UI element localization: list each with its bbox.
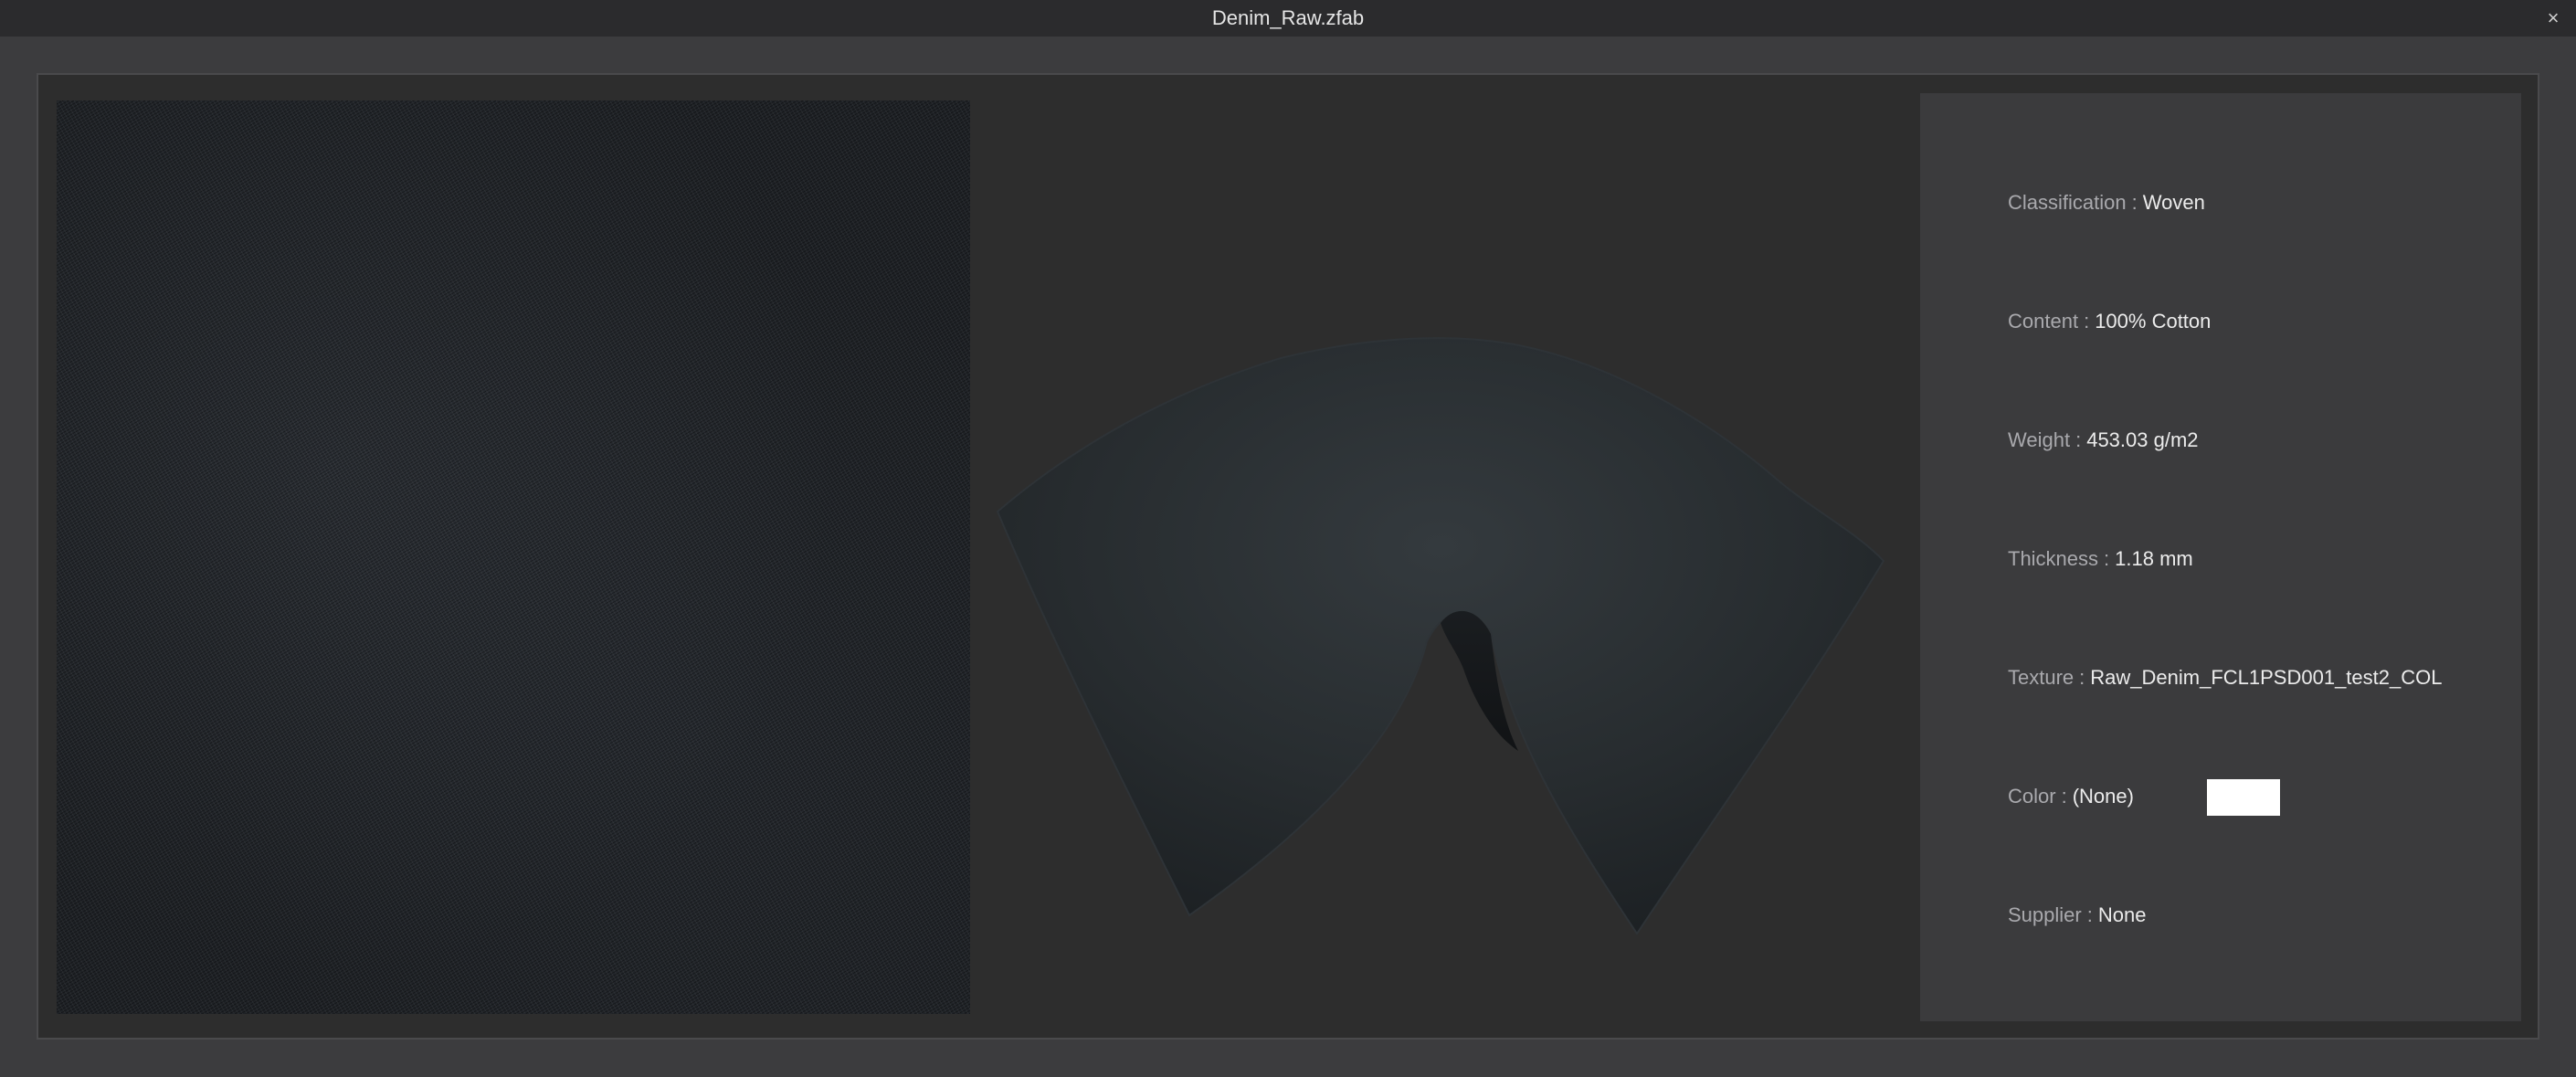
property-value: Woven <box>2142 191 2205 214</box>
property-weight: Weight:453.03 g/m2 <box>2008 422 2199 459</box>
property-classification: Classification: Woven <box>2008 185 2205 221</box>
property-separator: : <box>2086 903 2093 926</box>
property-content: Content:100% Cotton <box>2008 303 2211 340</box>
fabric-properties-panel: Classification: Woven Content:100% Cotton… <box>1920 93 2521 1021</box>
property-separator: : <box>2131 191 2138 214</box>
property-label: Supplier <box>2008 903 2082 926</box>
property-texture: Texture: Raw_Denim_FCL1PSD001_test2_COL <box>2008 660 2442 696</box>
property-value: 453.03 g/m2 <box>2086 428 2199 451</box>
property-label: Content <box>2008 310 2079 333</box>
fabric-3d-preview <box>996 337 1885 935</box>
close-icon[interactable]: × <box>2539 0 2567 37</box>
property-value: None <box>2097 903 2147 926</box>
property-value: 100% Cotton <box>2095 310 2212 333</box>
property-color: Color: (None) <box>2008 778 2280 817</box>
draped-fabric <box>996 337 1885 935</box>
property-thickness: Thickness:1.18 mm <box>2008 541 2193 577</box>
property-separator: : <box>2104 547 2110 570</box>
property-value: (None) <box>2072 785 2134 808</box>
property-label: Color <box>2008 785 2056 808</box>
color-swatch[interactable] <box>2206 779 2280 817</box>
property-label: Weight <box>2008 428 2071 451</box>
property-separator: : <box>2061 785 2067 808</box>
property-value: 1.18 mm <box>2115 547 2193 570</box>
fabric-info-frame: Classification: Woven Content:100% Cotton… <box>37 73 2539 1040</box>
property-supplier: Supplier: None <box>2008 897 2146 934</box>
property-label: Thickness <box>2008 547 2099 570</box>
property-label: Classification <box>2008 191 2127 214</box>
title-bar: Denim_Raw.zfab × <box>0 0 2576 37</box>
texture-swatch-image <box>57 100 970 1014</box>
property-separator: : <box>2075 428 2082 451</box>
property-value: Raw_Denim_FCL1PSD001_test2_COL <box>2090 666 2443 689</box>
property-separator: : <box>2084 310 2090 333</box>
window-title: Denim_Raw.zfab <box>1211 6 1365 29</box>
property-label: Texture <box>2008 666 2075 689</box>
property-separator: : <box>2079 666 2085 689</box>
